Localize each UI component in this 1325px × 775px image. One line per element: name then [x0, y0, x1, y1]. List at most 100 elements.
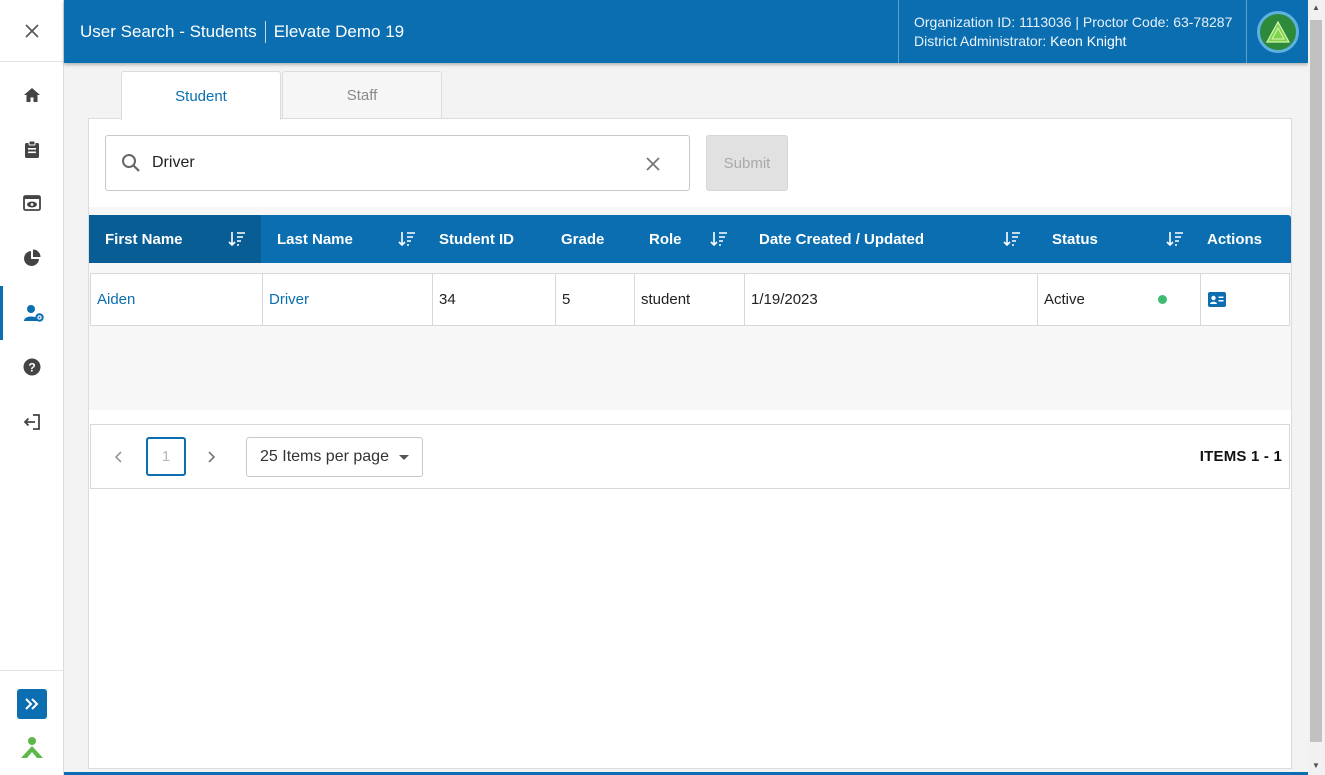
clear-search-button[interactable] — [643, 154, 663, 174]
column-header-label: Date Created / Updated — [759, 230, 925, 248]
proctor-code-value: 63-78287 — [1173, 14, 1233, 30]
column-header-label: Role — [649, 230, 682, 248]
cell-date: 1/19/2023 — [745, 274, 1038, 325]
tab-staff[interactable]: Staff — [282, 71, 442, 119]
scroll-down-icon[interactable]: ▼ — [1312, 761, 1320, 770]
org-id-value: 1113036 — [1019, 14, 1072, 30]
org-name: Elevate Demo 19 — [273, 22, 405, 41]
brand-person-icon — [21, 737, 43, 758]
org-info: Organization ID: 1113036 | Proctor Code:… — [898, 0, 1232, 63]
prev-page-button[interactable] — [109, 447, 129, 467]
search-input[interactable] — [152, 154, 622, 172]
title-separator — [264, 21, 266, 43]
sidebar-item-logout[interactable] — [0, 395, 64, 449]
role-label: District Administrator: — [914, 33, 1047, 49]
sort-icon[interactable] — [398, 230, 416, 248]
cell-last-name[interactable]: Driver — [263, 274, 433, 325]
cell-grade: 5 — [556, 274, 635, 325]
status-text: Active — [1044, 291, 1085, 308]
eye-icon — [23, 195, 41, 211]
clipboard-icon — [25, 140, 39, 158]
close-sidebar-button[interactable] — [0, 0, 63, 62]
cell-status: Active — [1038, 274, 1201, 325]
cell-actions — [1201, 274, 1291, 325]
chevron-right-icon — [208, 451, 216, 463]
items-count: ITEMS 1 - 1 — [1199, 448, 1282, 465]
pie-chart-icon — [24, 249, 41, 266]
sort-icon[interactable] — [710, 230, 728, 248]
home-icon — [24, 88, 40, 102]
page-scrollbar[interactable]: ▲ ▼ — [1308, 0, 1325, 775]
column-header-student-id: Student ID — [423, 215, 545, 263]
search-area: Submit — [89, 119, 1291, 207]
triangle-logo-icon — [1265, 20, 1290, 43]
user-gear-icon — [23, 305, 44, 322]
column-header-role[interactable]: Role — [633, 215, 743, 263]
search-icon — [121, 152, 143, 174]
next-page-button[interactable] — [201, 447, 221, 467]
column-header-label: Grade — [561, 230, 605, 248]
page-number-current[interactable]: 1 — [146, 437, 186, 476]
sidebar-item-assignments[interactable] — [0, 122, 64, 176]
sidebar-item-help[interactable]: ? — [0, 340, 64, 394]
page-title: User Search - Students Elevate Demo 19 — [80, 21, 404, 43]
tab-student[interactable]: Student — [121, 71, 281, 120]
svg-text:?: ? — [28, 361, 35, 375]
page-title-text: User Search - Students — [80, 22, 257, 41]
column-header-label: Student ID — [439, 230, 514, 248]
chevron-left-icon — [114, 451, 122, 463]
double-chevron-right-icon — [25, 698, 39, 710]
search-panel: Submit First Name Last Name Student ID G… — [88, 118, 1292, 769]
pagination-bar: 1 25 Items per page ITEMS 1 - 1 — [90, 424, 1290, 489]
column-header-status[interactable]: Status — [1036, 215, 1191, 263]
column-header-label: Last Name — [277, 230, 353, 248]
sort-icon[interactable] — [1003, 230, 1021, 248]
column-header-label: First Name — [105, 230, 183, 248]
close-icon — [24, 23, 39, 38]
column-header-last-name[interactable]: Last Name — [261, 215, 431, 263]
user-avatar[interactable] — [1246, 0, 1308, 63]
expand-sidebar-button[interactable] — [17, 689, 47, 719]
cell-first-name[interactable]: Aiden — [91, 274, 263, 325]
items-per-page-value: 25 Items per page — [260, 448, 389, 465]
items-per-page-select[interactable]: 25 Items per page — [246, 437, 423, 477]
column-header-grade: Grade — [545, 215, 633, 263]
table-header: First Name Last Name Student ID Grade Ro… — [89, 215, 1291, 263]
column-header-date[interactable]: Date Created / Updated — [743, 215, 1036, 263]
view-profile-button[interactable] — [1208, 292, 1226, 307]
scrollbar-thumb[interactable] — [1310, 20, 1322, 742]
proctor-code-label: Proctor Code: — [1082, 14, 1170, 30]
column-header-label: Actions — [1207, 230, 1263, 248]
info-separator: | — [1075, 14, 1083, 30]
user-name: Keon Knight — [1050, 33, 1127, 49]
org-logo — [1256, 10, 1299, 53]
sidebar-item-reports[interactable] — [0, 231, 64, 285]
app-header: User Search - Students Elevate Demo 19 O… — [64, 0, 1308, 63]
results-table: First Name Last Name Student ID Grade Ro… — [89, 207, 1291, 489]
sidebar-item-monitor[interactable] — [0, 176, 64, 230]
table-row: Aiden Driver 34 5 student 1/19/2023 Acti… — [90, 273, 1290, 326]
cell-role: student — [635, 274, 745, 325]
caret-down-icon — [399, 455, 409, 460]
column-header-first-name[interactable]: First Name — [89, 215, 261, 263]
sort-icon[interactable] — [1166, 230, 1184, 248]
sidebar-divider — [0, 670, 64, 671]
sidebar-item-user-search[interactable] — [0, 286, 64, 340]
submit-button[interactable]: Submit — [706, 135, 788, 191]
column-header-actions: Actions — [1191, 215, 1291, 263]
help-icon: ? — [23, 358, 41, 376]
org-info-line-2: District Administrator: Keon Knight — [914, 32, 1232, 51]
search-field[interactable] — [105, 135, 690, 191]
scroll-up-icon[interactable]: ▲ — [1312, 3, 1320, 12]
close-icon — [646, 157, 660, 171]
brand-logo — [20, 736, 44, 765]
sort-icon[interactable] — [228, 230, 246, 248]
org-info-line-1: Organization ID: 1113036 | Proctor Code:… — [914, 13, 1232, 32]
column-header-label: Status — [1052, 230, 1098, 248]
org-id-label: Organization ID: — [914, 14, 1016, 30]
logout-icon — [23, 414, 40, 430]
cell-student-id: 34 — [433, 274, 556, 325]
status-indicator — [1158, 295, 1167, 304]
sidebar: ? — [0, 0, 64, 775]
sidebar-item-home[interactable] — [0, 68, 64, 122]
